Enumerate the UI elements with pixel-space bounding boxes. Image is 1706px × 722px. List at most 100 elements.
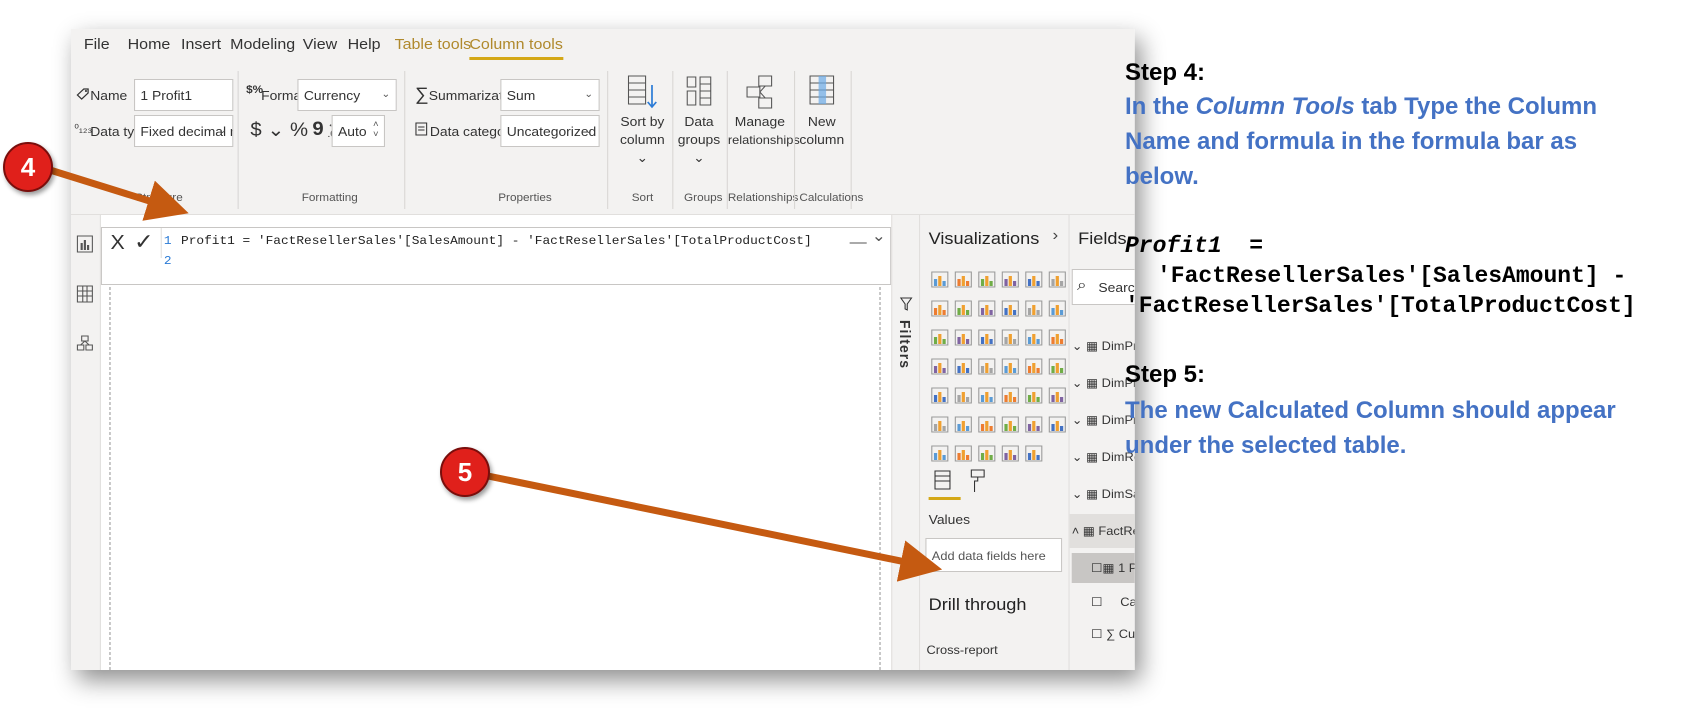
visual-type-icon[interactable] <box>978 300 996 317</box>
sort-by-column-button[interactable]: Sort by column ⌄ <box>616 73 669 167</box>
visual-type-icon[interactable] <box>954 271 972 288</box>
fields-well-icon[interactable] <box>933 469 954 493</box>
report-canvas[interactable] <box>109 287 881 670</box>
data-view-icon[interactable] <box>76 285 93 303</box>
cancel-formula-button[interactable]: X <box>111 232 125 255</box>
visual-type-icon[interactable] <box>1025 271 1043 288</box>
visual-type-icon[interactable] <box>1048 271 1066 288</box>
visual-type-icon[interactable] <box>1025 387 1043 404</box>
summarization-select[interactable]: Sum ⌄ <box>500 79 600 111</box>
sum-field-icon: ☐ ∑ <box>1090 627 1119 641</box>
data-groups-button[interactable]: Data groups ⌄ <box>675 73 722 167</box>
datatype-select[interactable]: Fixed decimal num... ⌄ <box>134 115 234 147</box>
menu-file[interactable]: File <box>84 36 110 53</box>
field-currencykey[interactable]: ☐ ∑ CurrencyKey <box>1091 627 1135 641</box>
visual-type-icon[interactable] <box>1025 329 1043 346</box>
collapse-icon[interactable]: — <box>850 234 867 252</box>
table-factresellersales[interactable]: ˄ ▦ FactResellerSales <box>1072 524 1135 538</box>
visual-type-icon[interactable] <box>931 329 949 346</box>
code-line2: 'FactResellerSales'[SalesAmount] - <box>1157 263 1627 289</box>
visual-type-icon[interactable] <box>978 445 996 462</box>
code-line1: Profit1 = <box>1125 233 1263 259</box>
cross-report-label: Cross-report <box>926 643 998 657</box>
formula-bar: X ✓ 1 Profit1 = 'FactResellerSales'[Sale… <box>100 226 892 285</box>
visual-type-icon[interactable] <box>978 416 996 433</box>
name-input[interactable]: 1 Profit1 <box>134 79 234 111</box>
calculated-column-icon: ☐▦ <box>1090 561 1119 575</box>
visual-type-icon[interactable] <box>1048 387 1066 404</box>
visual-type-icon[interactable] <box>1048 358 1066 375</box>
menu-modeling[interactable]: Modeling <box>230 36 295 53</box>
menu-column-tools[interactable]: Column tools <box>469 36 563 60</box>
visual-type-icon[interactable] <box>1025 445 1043 462</box>
visual-type-icon[interactable] <box>954 300 972 317</box>
visual-type-icon[interactable] <box>954 387 972 404</box>
visual-type-icon[interactable] <box>1001 329 1019 346</box>
filters-pane[interactable]: Filters <box>891 215 919 670</box>
visual-type-icon[interactable] <box>931 445 949 462</box>
menu-home[interactable]: Home <box>128 36 171 53</box>
table-dimproduct[interactable]: ⌄ ▦ DimProduct <box>1072 339 1135 353</box>
visual-type-icon[interactable] <box>1001 271 1019 288</box>
visual-type-icon[interactable] <box>1025 300 1043 317</box>
name-label: Name <box>90 88 128 103</box>
commit-formula-button[interactable]: ✓ <box>134 229 154 255</box>
add-data-fields-well[interactable]: Add data fields here <box>925 538 1063 572</box>
table-name: DimSalesTerritory <box>1101 487 1135 501</box>
currency-percent-buttons[interactable]: $ ⌄ % <box>250 119 308 142</box>
visual-type-icon[interactable] <box>931 358 949 375</box>
visual-type-icon[interactable] <box>1001 387 1019 404</box>
field-profit1[interactable]: ☐▦ 1 Profit1 <box>1091 561 1135 575</box>
new-column-button[interactable]: New column <box>797 73 846 149</box>
datacategory-select[interactable]: Uncategorized ⌄ <box>500 115 600 147</box>
format-select[interactable]: Currency ⌄ <box>297 79 397 111</box>
formula-text: Profit1 = 'FactResellerSales'[SalesAmoun… <box>181 234 812 248</box>
menu-help[interactable]: Help <box>348 36 381 53</box>
visual-type-icon[interactable] <box>1001 445 1019 462</box>
decimals-stepper[interactable]: Auto ˄ ˅ <box>331 115 385 147</box>
visual-type-icon[interactable] <box>931 416 949 433</box>
manage-relationships-button[interactable]: Manage relationships <box>728 73 800 149</box>
menu-insert[interactable]: Insert <box>181 36 221 53</box>
visual-type-icon[interactable] <box>931 387 949 404</box>
chevron-down-icon[interactable]: ⌄ <box>872 226 886 246</box>
visual-type-icon[interactable] <box>1025 416 1043 433</box>
chevron-down-icon: ⌄ <box>584 125 594 136</box>
formula-input[interactable]: 1 Profit1 = 'FactResellerSales'[SalesAmo… <box>162 228 891 284</box>
visual-type-icon[interactable] <box>978 329 996 346</box>
collapse-pane-icon[interactable]: › <box>1052 227 1058 245</box>
format-value: Currency <box>303 88 361 103</box>
visual-type-icon[interactable] <box>1048 416 1066 433</box>
table-dimsalesterritory[interactable]: ⌄ ▦ DimSalesTerritory <box>1072 487 1135 501</box>
visual-type-icon[interactable] <box>954 329 972 346</box>
newcol-label-1: New <box>807 114 836 129</box>
step5-heading: Step 5: <box>1125 361 1206 388</box>
visual-type-icon[interactable] <box>1001 416 1019 433</box>
step4-post: tab Type the Column <box>1354 93 1597 120</box>
visual-type-icon[interactable] <box>954 445 972 462</box>
visual-type-icon[interactable] <box>954 358 972 375</box>
chevron-down-icon: ⌄ ▦ <box>1071 487 1102 501</box>
drill-through-title: Drill through <box>928 595 1027 614</box>
menu-table-tools[interactable]: Table tools <box>395 36 472 53</box>
field-carriertracking[interactable]: ☐ CarrierTracki... <box>1091 595 1135 609</box>
stepper-arrows-icon[interactable]: ˄ ˅ <box>373 119 379 139</box>
menu-view[interactable]: View <box>303 36 337 53</box>
visual-type-icon[interactable] <box>1001 358 1019 375</box>
visual-type-icon[interactable] <box>978 271 996 288</box>
visual-type-icon[interactable] <box>931 271 949 288</box>
visual-type-icon[interactable] <box>978 387 996 404</box>
model-view-icon[interactable] <box>76 335 93 353</box>
visual-type-icon[interactable] <box>954 416 972 433</box>
visual-type-icon[interactable] <box>1048 329 1066 346</box>
comma-style-button[interactable]: 9 <box>312 119 323 141</box>
visual-type-icon[interactable] <box>931 300 949 317</box>
visual-type-icon[interactable] <box>1048 300 1066 317</box>
report-view-icon[interactable] <box>76 235 93 253</box>
format-paint-roller-icon[interactable] <box>969 468 986 494</box>
visual-type-icon[interactable] <box>1025 358 1043 375</box>
visual-type-icon[interactable] <box>1001 300 1019 317</box>
manage-label-2: relationships <box>727 133 800 147</box>
visual-type-icon[interactable] <box>978 358 996 375</box>
formatting-group-label: Formatting <box>301 192 358 204</box>
